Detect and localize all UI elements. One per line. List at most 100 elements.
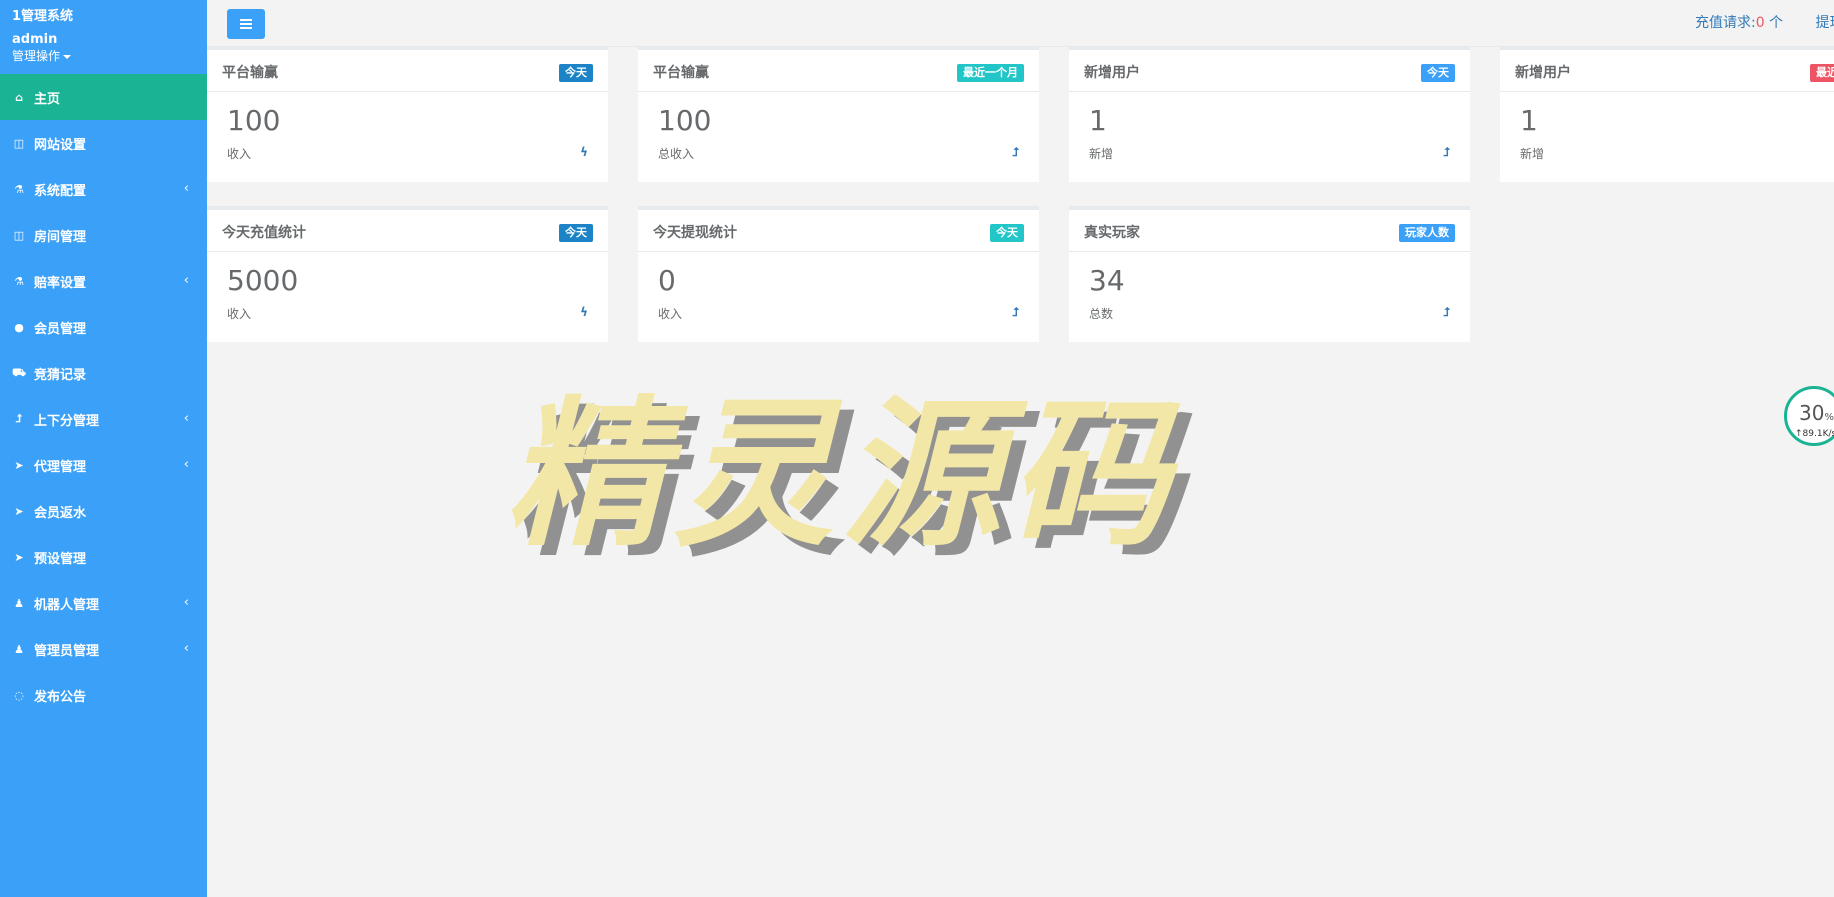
chevron-left-icon: ‹: [183, 273, 189, 288]
sidebar-item-label: 发布公告: [34, 689, 87, 705]
card-subtitle: 新增: [1089, 147, 1114, 161]
card-title: 新增用户: [1515, 65, 1571, 81]
sidebar-item-label: 竞猜记录: [34, 367, 87, 383]
card-badge: 最近一个月: [957, 64, 1024, 82]
columns-icon: ◫: [13, 228, 25, 242]
stat-card-platform-today: 平台输赢 今天 100 收入 ϟ: [207, 46, 608, 182]
level-up-icon: ⮥: [1011, 145, 1019, 159]
recharge-label: 充值请求:: [1695, 15, 1756, 31]
card-badge: 今天: [1421, 64, 1455, 82]
card-badge: 最近: [1810, 64, 1834, 82]
card-value: 1: [1089, 104, 1107, 137]
sidebar-item-system-config[interactable]: ⚗ 系统配置 ‹: [0, 166, 207, 212]
sidebar-item-admins[interactable]: ♟ 管理员管理 ‹: [0, 626, 207, 672]
top-right-links: 充值请求:0 个 提现: [1695, 12, 1834, 32]
card-badge: 今天: [559, 224, 593, 242]
sidebar-item-site-settings[interactable]: ◫ 网站设置: [0, 120, 207, 166]
card-subtitle: 总数: [1089, 307, 1114, 321]
menu-icon: [240, 19, 252, 29]
level-up-icon: ⮥: [1442, 145, 1450, 159]
sidebar-item-label: 主页: [34, 91, 61, 107]
stat-card-real-players: 真实玩家 玩家人数 34 总数 ⮥: [1069, 206, 1470, 342]
sidebar-item-label: 管理员管理: [34, 643, 100, 659]
card-subtitle: 新增: [1520, 147, 1545, 161]
card-title: 新增用户: [1084, 65, 1140, 81]
card-value: 5000: [227, 264, 299, 297]
card-title: 今天充值统计: [222, 225, 306, 241]
sidebar-brand: 1管理系统 admin 管理操作: [12, 8, 73, 64]
flask-icon: ⚗: [14, 182, 24, 196]
sidebar: 1管理系统 admin 管理操作 ⌂ 主页 ◫ 网站设置 ⚗ 系统配置 ‹ ◫ 房间管理 …: [0, 0, 207, 897]
card-badge: 今天: [559, 64, 593, 82]
bolt-icon: ϟ: [580, 145, 588, 159]
comment-icon: ◌: [14, 688, 24, 702]
stat-card-withdraw-today: 今天提现统计 今天 0 收入 ⮥: [638, 206, 1039, 342]
chevron-left-icon: ‹: [183, 595, 189, 610]
speed-percent: 30%: [1799, 401, 1834, 425]
card-value: 0: [658, 264, 676, 297]
stat-card-platform-month: 平台输赢 最近一个月 100 总收入 ⮥: [638, 46, 1039, 182]
user-icon: ●: [14, 320, 24, 334]
sidebar-item-agents[interactable]: ➤ 代理管理 ‹: [0, 442, 207, 488]
card-subtitle: 收入: [227, 307, 252, 321]
home-icon: ⌂: [15, 90, 23, 104]
card-badge: 玩家人数: [1399, 224, 1455, 242]
top-navbar: 充值请求:0 个 提现: [207, 0, 1834, 47]
chevron-left-icon: ‹: [183, 181, 189, 196]
level-up-icon: ⮥: [15, 412, 23, 425]
level-up-icon: ⮥: [1442, 305, 1450, 319]
watermark: 精灵源码: [505, 381, 1178, 568]
user-name: admin: [12, 32, 58, 47]
card-badge: 今天: [990, 224, 1024, 242]
admin-ops-dropdown[interactable]: 管理操作: [12, 48, 73, 64]
sidebar-item-rooms[interactable]: ◫ 房间管理: [0, 212, 207, 258]
sidebar-menu: ⌂ 主页 ◫ 网站设置 ⚗ 系统配置 ‹ ◫ 房间管理 ⚗ 赔率设置 ‹ ● 会员管理 ⛟ 竞猜记…: [0, 74, 207, 718]
sidebar-item-label: 上下分管理: [34, 413, 100, 429]
sidebar-item-label: 代理管理: [34, 459, 87, 475]
stat-card-new-users-recent: 新增用户 最近 1 新增: [1500, 46, 1834, 182]
withdraw-requests-link[interactable]: 提现: [1816, 15, 1834, 31]
sidebar-item-label: 会员返水: [34, 505, 87, 521]
paper-plane-icon: ➤: [14, 458, 24, 472]
card-value: 100: [658, 104, 712, 137]
admin-ops-label: 管理操作: [12, 49, 61, 63]
male-icon: ♟: [14, 596, 24, 610]
card-subtitle: 总收入: [658, 147, 695, 161]
card-title: 平台输赢: [653, 65, 709, 81]
sidebar-item-label: 机器人管理: [34, 597, 100, 613]
chevron-left-icon: ‹: [183, 457, 189, 472]
card-title: 今天提现统计: [653, 225, 737, 241]
chevron-left-icon: ‹: [183, 411, 189, 426]
system-name: 1管理系统: [12, 9, 74, 24]
speed-rate: ↑89.1K/s: [1795, 429, 1834, 439]
card-value: 100: [227, 104, 281, 137]
paper-plane-icon: ➤: [14, 550, 24, 564]
sidebar-item-odds[interactable]: ⚗ 赔率设置 ‹: [0, 258, 207, 304]
sidebar-item-bet-records[interactable]: ⛟ 竞猜记录: [0, 350, 207, 396]
sidebar-item-label: 预设管理: [34, 551, 87, 567]
card-value: 34: [1089, 264, 1125, 297]
sidebar-item-label: 会员管理: [34, 321, 87, 337]
columns-icon: ◫: [13, 136, 25, 150]
paper-plane-icon: ➤: [14, 504, 24, 518]
sidebar-item-members[interactable]: ● 会员管理: [0, 304, 207, 350]
sidebar-item-home[interactable]: ⌂ 主页: [0, 74, 207, 120]
sidebar-item-robots[interactable]: ♟ 机器人管理 ‹: [0, 580, 207, 626]
network-speed-widget[interactable]: 30% ↑89.1K/s: [1784, 386, 1834, 446]
recharge-requests-link[interactable]: 充值请求:0 个: [1695, 15, 1783, 31]
car-icon: ⛟: [12, 365, 26, 379]
flask-icon: ⚗: [14, 274, 24, 288]
recharge-unit: 个: [1764, 15, 1784, 31]
sidebar-item-rebate[interactable]: ➤ 会员返水: [0, 488, 207, 534]
card-title: 真实玩家: [1084, 225, 1140, 241]
sidebar-item-presets[interactable]: ➤ 预设管理: [0, 534, 207, 580]
sidebar-toggle-button[interactable]: [227, 9, 265, 39]
sidebar-item-label: 赔率设置: [34, 275, 87, 291]
sidebar-item-announcements[interactable]: ◌ 发布公告: [0, 672, 207, 718]
sidebar-item-label: 网站设置: [34, 137, 87, 153]
male-icon: ♟: [14, 642, 24, 656]
stat-card-recharge-today: 今天充值统计 今天 5000 收入 ϟ: [207, 206, 608, 342]
chevron-left-icon: ‹: [183, 641, 189, 656]
sidebar-item-credit[interactable]: ⮥ 上下分管理 ‹: [0, 396, 207, 442]
bolt-icon: ϟ: [580, 305, 588, 319]
